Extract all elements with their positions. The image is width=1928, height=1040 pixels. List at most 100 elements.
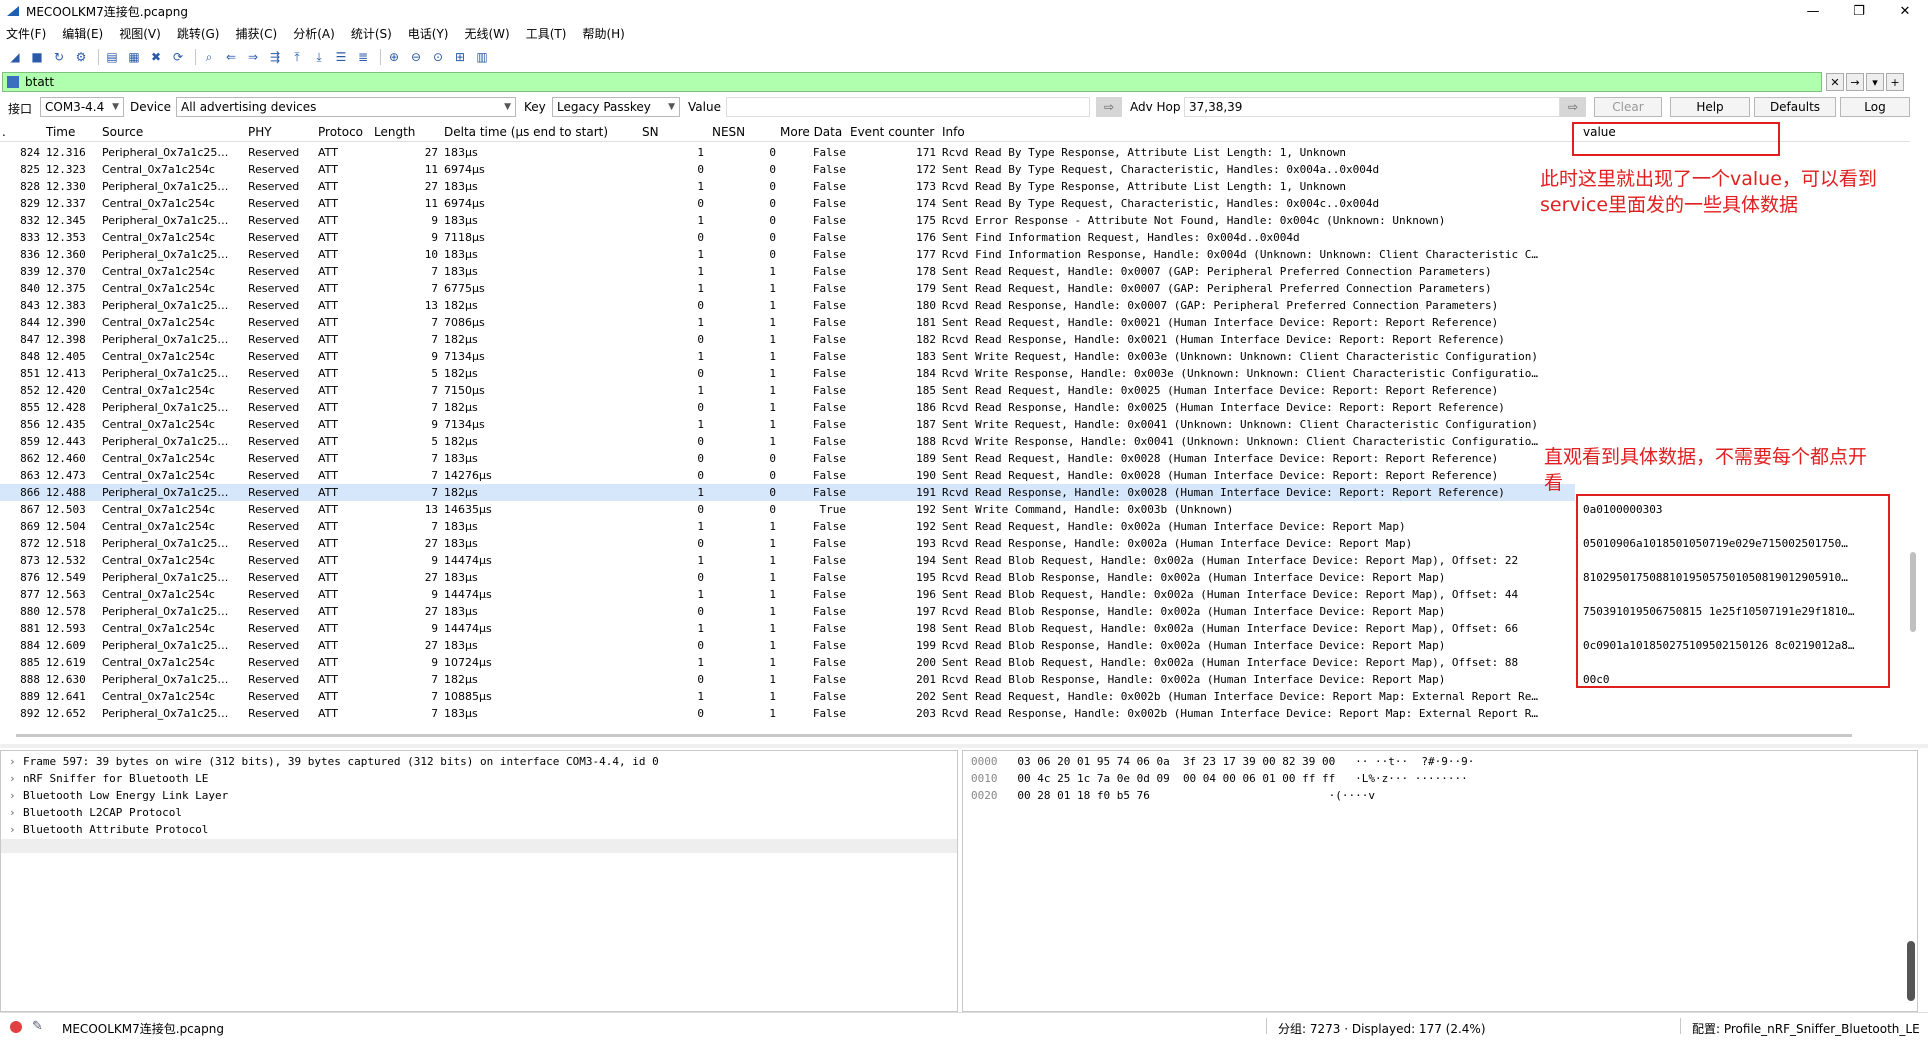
detail-nrf-sniffer[interactable]: › nRF Sniffer for Bluetooth LE xyxy=(9,772,208,785)
col-sn-header[interactable]: SN xyxy=(642,125,659,139)
col-more-header[interactable]: More Data xyxy=(780,125,844,139)
packet-row[interactable]: 843 12.383 Peripheral_0x7a1c25… Reserved ATT… xyxy=(0,297,1575,314)
col-protocol-header[interactable]: Protoco xyxy=(318,125,372,139)
menu-go[interactable]: 跳转(G) xyxy=(177,25,220,42)
layout-icon[interactable]: ▥ xyxy=(473,49,491,65)
apply-adv-hop-icon[interactable]: ⇨ xyxy=(1560,97,1586,117)
packet-row[interactable]: 829 12.337 Central_0x7a1c254c Reserved ATT 11… xyxy=(0,195,1575,212)
defaults-button[interactable]: Defaults xyxy=(1754,97,1836,117)
filter-history-icon[interactable]: ▾ xyxy=(1866,73,1884,91)
stop-capture-icon[interactable]: ■ xyxy=(28,49,46,65)
packet-row[interactable]: 833 12.353 Central_0x7a1c254c Reserved ATT 9 7… xyxy=(0,229,1575,246)
packet-row[interactable]: 869 12.504 Central_0x7a1c254c Reserved ATT 7 1… xyxy=(0,518,1575,535)
packet-row[interactable]: 880 12.578 Peripheral_0x7a1c25… Reserved ATT… xyxy=(0,603,1575,620)
packet-row[interactable]: 848 12.405 Central_0x7a1c254c Reserved ATT 9 7… xyxy=(0,348,1575,365)
autoscroll-icon[interactable]: ☰ xyxy=(332,49,350,65)
reload-file-icon[interactable]: ⟳ xyxy=(169,49,187,65)
packet-row[interactable]: 840 12.375 Central_0x7a1c254c Reserved ATT 7 6… xyxy=(0,280,1575,297)
maximize-button[interactable]: ❐ xyxy=(1836,0,1882,22)
packet-row[interactable]: 836 12.360 Peripheral_0x7a1c25… Reserved ATT… xyxy=(0,246,1575,263)
find-packet-icon[interactable]: ⌕ xyxy=(200,49,218,65)
interface-select[interactable]: COM3-4.4 ▼ xyxy=(40,97,124,117)
packet-row[interactable]: 885 12.619 Central_0x7a1c254c Reserved ATT 9 1… xyxy=(0,654,1575,671)
packet-row[interactable]: 889 12.641 Central_0x7a1c254c Reserved ATT 7 1… xyxy=(0,688,1575,705)
bytes-scrollbar[interactable] xyxy=(1907,941,1915,1001)
colorize-icon[interactable]: ≣ xyxy=(354,49,372,65)
adv-hop-input[interactable]: 37,38,39 xyxy=(1184,97,1560,117)
packet-row[interactable]: 832 12.345 Peripheral_0x7a1c25… Reserved ATT… xyxy=(0,212,1575,229)
start-capture-icon[interactable]: ◢ xyxy=(6,49,24,65)
menu-statistics[interactable]: 统计(S) xyxy=(351,25,392,42)
packet-bytes-pane[interactable]: 0000 03 06 20 01 95 74 06 0a 3f 23 17 39… xyxy=(962,750,1918,1012)
bytes-line[interactable]: 0000 03 06 20 01 95 74 06 0a 3f 23 17 39… xyxy=(971,755,1474,768)
clear-filter-icon[interactable]: ✕ xyxy=(1826,73,1844,91)
menu-analyze[interactable]: 分析(A) xyxy=(293,25,335,42)
packet-row[interactable]: 872 12.518 Peripheral_0x7a1c25… Reserved ATT… xyxy=(0,535,1575,552)
scroll-thumb[interactable] xyxy=(16,734,1852,737)
packet-row[interactable]: 867 12.503 Central_0x7a1c254c Reserved ATT 13… xyxy=(0,501,1575,518)
chevron-right-icon[interactable]: › xyxy=(9,772,23,785)
packet-list-vscrollbar[interactable] xyxy=(1906,122,1922,734)
menu-tools[interactable]: 工具(T) xyxy=(526,25,567,42)
packet-row[interactable]: 877 12.563 Central_0x7a1c254c Reserved ATT 9 1… xyxy=(0,586,1575,603)
menu-file[interactable]: 文件(F) xyxy=(6,25,46,42)
detail-att[interactable]: › Bluetooth Attribute Protocol xyxy=(9,823,208,836)
packet-row[interactable]: 855 12.428 Peripheral_0x7a1c25… Reserved ATT… xyxy=(0,399,1575,416)
close-file-icon[interactable]: ✖ xyxy=(147,49,165,65)
packet-row[interactable]: 839 12.370 Central_0x7a1c254c Reserved ATT 7 1… xyxy=(0,263,1575,280)
packet-row[interactable]: 844 12.390 Central_0x7a1c254c Reserved ATT 7 7… xyxy=(0,314,1575,331)
scroll-thumb[interactable] xyxy=(1910,552,1916,632)
chevron-right-icon[interactable]: › xyxy=(9,806,23,819)
close-button[interactable]: ✕ xyxy=(1882,0,1928,22)
zoom-reset-icon[interactable]: ⊙ xyxy=(429,49,447,65)
edit-comment-icon[interactable]: ✎ xyxy=(32,1019,43,1034)
pane-splitter[interactable] xyxy=(0,744,1928,748)
value-input[interactable] xyxy=(726,97,1090,117)
resize-columns-icon[interactable]: ⊞ xyxy=(451,49,469,65)
bytes-line[interactable]: 0010 00 4c 25 1c 7a 0e 0d 09 00 04 00 06… xyxy=(971,772,1468,785)
packet-row[interactable]: 825 12.323 Central_0x7a1c254c Reserved ATT 11… xyxy=(0,161,1575,178)
detail-l2cap[interactable]: › Bluetooth L2CAP Protocol xyxy=(9,806,182,819)
restart-capture-icon[interactable]: ↻ xyxy=(50,49,68,65)
help-button[interactable]: Help xyxy=(1670,97,1750,117)
menu-capture[interactable]: 捕获(C) xyxy=(235,25,277,42)
device-select[interactable]: All advertising devices ▼ xyxy=(176,97,516,117)
menu-view[interactable]: 视图(V) xyxy=(119,25,161,42)
packet-row[interactable]: 873 12.532 Central_0x7a1c254c Reserved ATT 9 1… xyxy=(0,552,1575,569)
col-nesn-header[interactable]: NESN xyxy=(712,125,745,139)
status-profile[interactable]: 配置: Profile_nRF_Sniffer_Bluetooth_LE xyxy=(1692,1020,1920,1037)
key-select[interactable]: Legacy Passkey ▼ xyxy=(552,97,680,117)
packet-details-pane[interactable]: › Frame 597: 39 bytes on wire (312 bits),… xyxy=(0,750,958,1012)
packet-row[interactable]: 824 12.316 Peripheral_0x7a1c25… Reserved ATT… xyxy=(0,144,1575,161)
apply-filter-icon[interactable]: → xyxy=(1846,73,1864,91)
display-filter-input[interactable]: btatt xyxy=(2,72,1822,92)
packet-row[interactable]: 859 12.443 Peripheral_0x7a1c25… Reserved ATT… xyxy=(0,433,1575,450)
col-delta-header[interactable]: Delta time (µs end to start) xyxy=(444,125,608,139)
col-info-header[interactable]: Info xyxy=(942,125,965,139)
packet-row[interactable]: 892 12.652 Peripheral_0x7a1c25… Reserved ATT… xyxy=(0,705,1575,722)
menu-help[interactable]: 帮助(H) xyxy=(582,25,624,42)
detail-frame[interactable]: › Frame 597: 39 bytes on wire (312 bits),… xyxy=(9,755,659,768)
packet-row[interactable]: 851 12.413 Peripheral_0x7a1c25… Reserved ATT… xyxy=(0,365,1575,382)
col-source-header[interactable]: Source xyxy=(102,125,143,139)
clear-button[interactable]: Clear xyxy=(1594,97,1662,117)
menu-edit[interactable]: 编辑(E) xyxy=(62,25,103,42)
go-back-icon[interactable]: ⇐ xyxy=(222,49,240,65)
packet-row[interactable]: 888 12.630 Peripheral_0x7a1c25… Reserved ATT… xyxy=(0,671,1575,688)
add-filter-button-icon[interactable]: + xyxy=(1886,73,1904,91)
packet-row[interactable]: 881 12.593 Central_0x7a1c254c Reserved ATT 9 1… xyxy=(0,620,1575,637)
bookmark-icon[interactable] xyxy=(7,76,19,88)
minimize-button[interactable]: — xyxy=(1790,0,1836,22)
log-button[interactable]: Log xyxy=(1840,97,1910,117)
col-no-header[interactable]: . xyxy=(2,125,6,139)
packet-row[interactable]: 863 12.473 Central_0x7a1c254c Reserved ATT 7 1… xyxy=(0,467,1575,484)
col-length-header[interactable]: Length xyxy=(374,125,415,139)
packet-row[interactable]: 862 12.460 Central_0x7a1c254c Reserved ATT 7 1… xyxy=(0,450,1575,467)
chevron-right-icon[interactable]: › xyxy=(9,823,23,836)
menu-telephony[interactable]: 电话(Y) xyxy=(408,25,449,42)
menu-wireless[interactable]: 无线(W) xyxy=(465,25,510,42)
packet-row[interactable]: 866 12.488 Peripheral_0x7a1c25… Reserved ATT… xyxy=(0,484,1575,501)
expert-info-icon[interactable] xyxy=(10,1021,22,1033)
go-forward-icon[interactable]: ⇒ xyxy=(244,49,262,65)
bytes-line[interactable]: 0020 00 28 01 18 f0 b5 76 ·(····v xyxy=(971,789,1375,802)
